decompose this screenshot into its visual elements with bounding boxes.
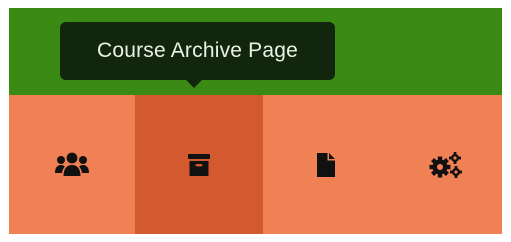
tooltip-text: Course Archive Page — [96, 39, 299, 62]
users-icon — [52, 145, 92, 185]
tooltip-arrow — [186, 80, 202, 88]
icon-navbar — [9, 95, 502, 234]
app-frame: Course Archive Page — [9, 8, 502, 234]
tooltip: Course Archive Page — [60, 22, 335, 80]
nav-item-users[interactable] — [9, 95, 135, 234]
nav-item-settings[interactable] — [389, 95, 502, 234]
nav-item-archive[interactable] — [135, 95, 263, 234]
nav-item-file[interactable] — [263, 95, 389, 234]
gears-icon — [426, 145, 466, 185]
archive-icon — [179, 145, 219, 185]
file-icon — [306, 145, 346, 185]
